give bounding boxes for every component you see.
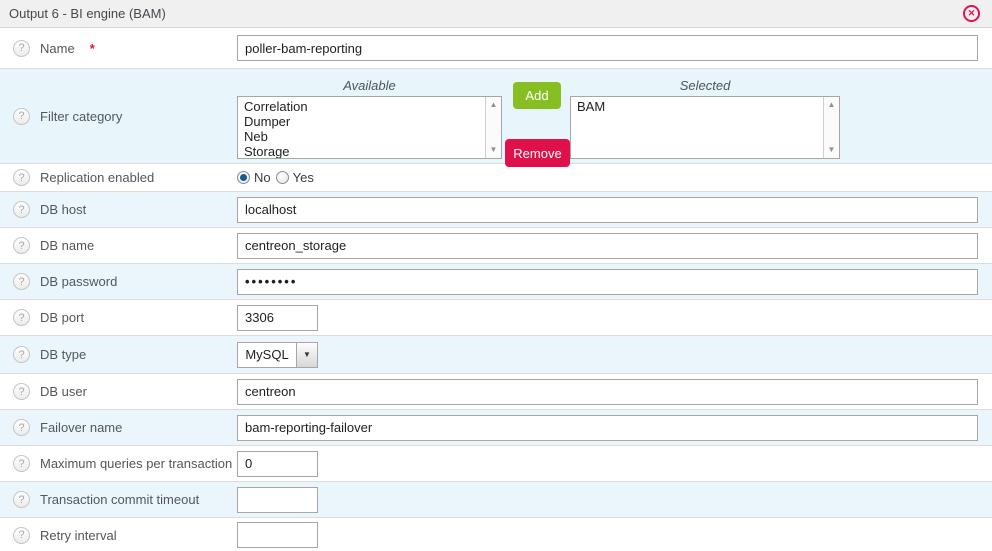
help-icon[interactable]: ?	[13, 491, 30, 508]
replication-no-option[interactable]: No	[237, 170, 271, 185]
row-name: ? Name *	[0, 28, 992, 68]
db-user-label: DB user	[40, 384, 87, 399]
row-db-port: ? DB port	[0, 299, 992, 335]
help-icon[interactable]: ?	[13, 309, 30, 326]
radio-no-label: No	[254, 170, 271, 185]
scroll-down-icon[interactable]: ▼	[486, 146, 501, 154]
help-icon[interactable]: ?	[13, 273, 30, 290]
replication-label: Replication enabled	[40, 170, 154, 185]
db-port-label: DB port	[40, 310, 84, 325]
required-marker: *	[90, 41, 95, 56]
row-db-type: ? DB type MySQL ▼	[0, 335, 992, 373]
help-icon[interactable]: ?	[13, 419, 30, 436]
name-input[interactable]	[237, 35, 978, 61]
db-name-label: DB name	[40, 238, 94, 253]
radio-no[interactable]	[237, 171, 250, 184]
list-item[interactable]: Neb	[238, 129, 484, 144]
failover-name-input[interactable]	[237, 415, 978, 441]
selected-listbox[interactable]: BAM ▲ ▼	[570, 96, 840, 159]
row-transaction-commit-timeout: ? Transaction commit timeout	[0, 481, 992, 517]
radio-yes-label: Yes	[293, 170, 314, 185]
help-icon[interactable]: ?	[13, 237, 30, 254]
db-port-input[interactable]	[237, 305, 318, 331]
transaction-commit-timeout-label: Transaction commit timeout	[40, 492, 199, 507]
scrollbar[interactable]: ▲ ▼	[485, 97, 501, 158]
name-label: Name	[40, 41, 75, 56]
db-type-selected-value: MySQL	[238, 343, 296, 367]
row-max-queries: ? Maximum queries per transaction	[0, 445, 992, 481]
row-db-host: ? DB host	[0, 191, 992, 227]
help-icon[interactable]: ?	[13, 169, 30, 186]
db-password-input[interactable]	[237, 269, 978, 295]
db-user-input[interactable]	[237, 379, 978, 405]
radio-yes[interactable]	[276, 171, 289, 184]
help-icon[interactable]: ?	[13, 455, 30, 472]
row-db-user: ? DB user	[0, 373, 992, 409]
retry-interval-input[interactable]	[237, 522, 318, 548]
failover-name-label: Failover name	[40, 420, 122, 435]
db-name-input[interactable]	[237, 233, 978, 259]
scroll-down-icon[interactable]: ▼	[824, 146, 839, 154]
list-item[interactable]: Correlation	[238, 99, 484, 114]
selected-header: Selected	[570, 75, 840, 96]
help-icon[interactable]: ?	[13, 40, 30, 57]
row-db-name: ? DB name	[0, 227, 992, 263]
db-type-select[interactable]: MySQL ▼	[237, 342, 318, 368]
row-retry-interval: ? Retry interval	[0, 517, 992, 551]
remove-button[interactable]: Remove	[505, 139, 570, 167]
close-icon[interactable]: ✕	[963, 5, 980, 22]
retry-interval-label: Retry interval	[40, 528, 117, 543]
help-icon[interactable]: ?	[13, 346, 30, 363]
db-host-input[interactable]	[237, 197, 978, 223]
db-type-label: DB type	[40, 347, 86, 362]
chevron-down-icon[interactable]: ▼	[296, 343, 317, 367]
scrollbar[interactable]: ▲ ▼	[823, 97, 839, 158]
scroll-up-icon[interactable]: ▲	[824, 101, 839, 109]
max-queries-input[interactable]	[237, 451, 318, 477]
scroll-up-icon[interactable]: ▲	[486, 101, 501, 109]
panel-title: Output 6 - BI engine (BAM)	[9, 6, 166, 21]
help-icon[interactable]: ?	[13, 383, 30, 400]
max-queries-label: Maximum queries per transaction	[40, 456, 232, 471]
filter-category-label: Filter category	[40, 109, 122, 124]
list-item[interactable]: BAM	[571, 99, 822, 114]
replication-yes-option[interactable]: Yes	[276, 170, 314, 185]
db-host-label: DB host	[40, 202, 86, 217]
output-config-panel: Output 6 - BI engine (BAM) ✕ ? Name * ? …	[0, 0, 992, 551]
list-item[interactable]: Storage	[238, 144, 484, 159]
add-button[interactable]: Add	[513, 82, 561, 109]
help-icon[interactable]: ?	[13, 527, 30, 544]
transaction-commit-timeout-input[interactable]	[237, 487, 318, 513]
available-listbox[interactable]: Correlation Dumper Neb Storage ▲ ▼	[237, 96, 502, 159]
row-failover-name: ? Failover name	[0, 409, 992, 445]
panel-header: Output 6 - BI engine (BAM) ✕	[0, 0, 992, 28]
list-item[interactable]: Dumper	[238, 114, 484, 129]
help-icon[interactable]: ?	[13, 108, 30, 125]
help-icon[interactable]: ?	[13, 201, 30, 218]
available-header: Available	[237, 75, 502, 96]
row-filter-category: ? Filter category Available Correlation …	[0, 68, 992, 163]
row-db-password: ? DB password	[0, 263, 992, 299]
db-password-label: DB password	[40, 274, 117, 289]
